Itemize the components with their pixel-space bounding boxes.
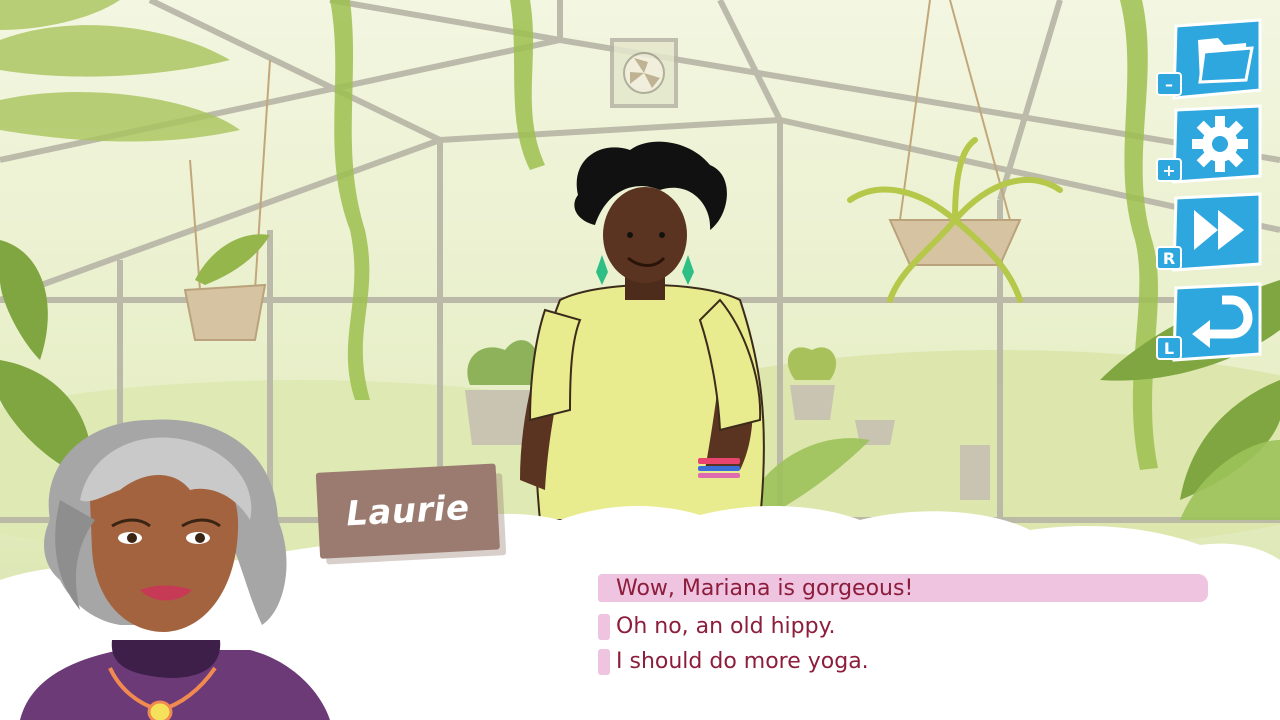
load-folder-button[interactable]: – xyxy=(1156,18,1262,100)
choice-text: Wow, Mariana is gorgeous! xyxy=(616,575,914,601)
dialogue-choice-2[interactable]: Oh no, an old hippy. xyxy=(598,610,835,642)
choice-text: I should do more yoga. xyxy=(616,648,869,674)
back-button[interactable]: L xyxy=(1156,282,1262,362)
dialogue-choice-1[interactable]: Wow, Mariana is gorgeous! xyxy=(598,572,1208,604)
name-tag-body: Laurie xyxy=(315,463,500,559)
speaker-name: Laurie xyxy=(345,487,471,535)
dialogue-choice-3[interactable]: I should do more yoga. xyxy=(598,645,869,677)
keyboard-hint-minus: – xyxy=(1156,72,1182,96)
keyboard-hint-plus: + xyxy=(1156,158,1182,182)
keyboard-hint-l: L xyxy=(1156,336,1182,360)
keyboard-hint-r: R xyxy=(1156,246,1182,270)
vent-fan xyxy=(610,38,678,108)
skip-button[interactable]: R xyxy=(1156,192,1262,272)
choice-text: Oh no, an old hippy. xyxy=(616,613,836,639)
speaker-name-tag: Laurie xyxy=(315,463,507,565)
settings-button[interactable]: + xyxy=(1156,104,1262,184)
